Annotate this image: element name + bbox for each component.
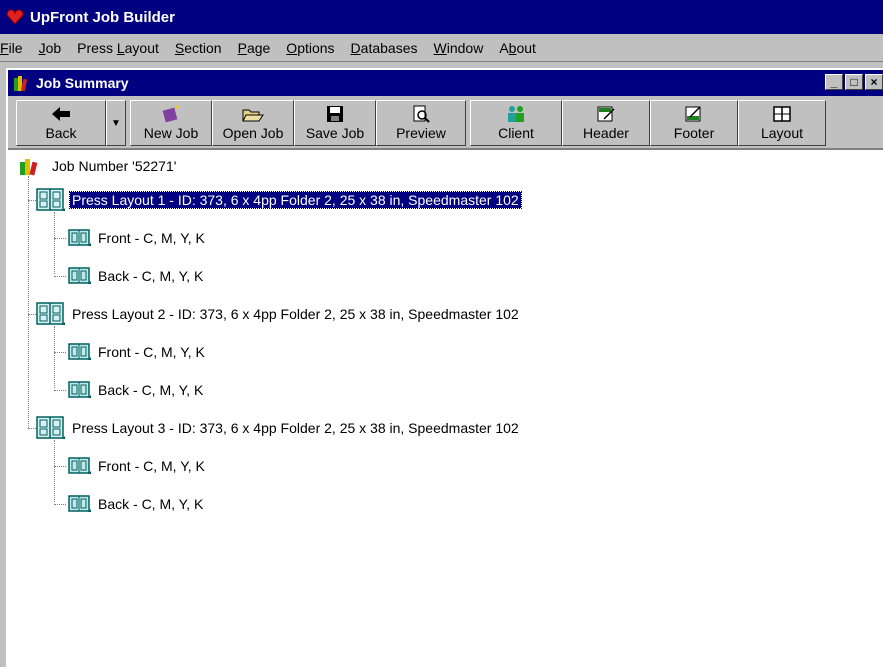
back-button[interactable]: Back xyxy=(16,100,106,146)
back-label: Back xyxy=(45,125,77,141)
back-group: Back ▼ xyxy=(16,100,126,148)
menu-item-press-layout[interactable]: Press Layout xyxy=(69,40,167,56)
menu-item-page[interactable]: Page xyxy=(230,40,279,56)
menu-item-databases[interactable]: Databases xyxy=(343,40,426,56)
back-arrow-icon xyxy=(50,105,72,123)
tree-section-node[interactable]: Front - C, M, Y, K xyxy=(68,226,207,250)
tree-section-node[interactable]: Front - C, M, Y, K xyxy=(68,454,207,478)
tree-section-node[interactable]: Back - C, M, Y, K xyxy=(68,264,205,288)
save-job-label: Save Job xyxy=(305,125,365,141)
app-title-bar[interactable]: UpFront Job Builder xyxy=(0,0,883,34)
tree-connector xyxy=(28,428,36,429)
tree-layout-label: Press Layout 1 - ID: 373, 6 x 4pp Folder… xyxy=(69,191,522,209)
job-tree[interactable]: Job Number '52271' Press Layout 1 - ID: … xyxy=(8,148,883,667)
tree-layout-node[interactable]: Press Layout 1 - ID: 373, 6 x 4pp Folder… xyxy=(36,188,522,212)
tree-connector xyxy=(54,212,55,274)
menu-item-options[interactable]: Options xyxy=(278,40,342,56)
tree-section-node[interactable]: Back - C, M, Y, K xyxy=(68,492,205,516)
footer-label: Footer xyxy=(673,125,715,141)
job-books-icon xyxy=(20,159,38,176)
app-heart-icon xyxy=(6,9,24,25)
tree-connector xyxy=(54,504,66,505)
footer-edit-icon xyxy=(683,105,705,123)
layout-label: Layout xyxy=(760,125,804,141)
new-job-button[interactable]: New Job xyxy=(130,100,212,146)
open-job-button[interactable]: Open Job xyxy=(212,100,294,146)
tree-connector xyxy=(54,352,66,353)
tree-connector xyxy=(54,390,66,391)
tree-connector xyxy=(28,200,36,201)
tree-section-label: Front - C, M, Y, K xyxy=(98,344,205,360)
header-edit-icon xyxy=(595,105,617,123)
open-job-label: Open Job xyxy=(222,125,284,141)
menu-item-about[interactable]: About xyxy=(491,40,544,56)
window-controls: _ □ × xyxy=(823,74,883,90)
tree-layout-label: Press Layout 3 - ID: 373, 6 x 4pp Folder… xyxy=(72,420,519,436)
press-layout-icon xyxy=(36,416,70,440)
preview-magnifier-icon xyxy=(410,105,432,123)
preview-button[interactable]: Preview xyxy=(376,100,466,146)
tree-section-node[interactable]: Back - C, M, Y, K xyxy=(68,378,205,402)
footer-button[interactable]: Footer xyxy=(650,100,738,146)
tree-connector xyxy=(54,326,55,388)
client-button[interactable]: Client xyxy=(470,100,562,146)
section-icon xyxy=(68,381,96,399)
file-group: New Job Open Job Save Job Preview xyxy=(130,100,466,148)
header-label: Header xyxy=(583,125,629,141)
mdi-area: Job Summary _ □ × Back ▼ New Job Open Jo… xyxy=(0,62,883,667)
tree-connector xyxy=(28,176,29,428)
section-icon xyxy=(68,343,96,361)
app-title: UpFront Job Builder xyxy=(30,8,175,26)
job-books-icon xyxy=(14,76,28,92)
job-info-group: Client Header Footer Layout xyxy=(470,100,826,148)
tree-section-node[interactable]: Front - C, M, Y, K xyxy=(68,340,207,364)
floppy-disk-icon xyxy=(324,105,346,123)
tree-root-node[interactable]: Job Number '52271' xyxy=(18,154,178,178)
minimize-icon[interactable]: _ xyxy=(825,74,843,90)
menu-item-section[interactable]: Section xyxy=(167,40,230,56)
window-title-bar[interactable]: Job Summary _ □ × xyxy=(8,70,883,96)
tree-connector xyxy=(54,276,66,277)
menu-bar: File Job Press Layout Section Page Options Dat… xyxy=(0,34,883,62)
new-job-label: New Job xyxy=(143,125,199,141)
open-folder-icon xyxy=(242,105,264,123)
toolbar: Back ▼ New Job Open Job Save Job Preview… xyxy=(8,96,883,148)
press-layout-icon xyxy=(36,302,70,326)
preview-label: Preview xyxy=(396,125,446,141)
tree-section-label: Back - C, M, Y, K xyxy=(98,268,204,284)
tree-section-label: Front - C, M, Y, K xyxy=(98,230,205,246)
back-dropdown-button[interactable]: ▼ xyxy=(106,100,126,146)
new-job-book-icon xyxy=(160,105,182,123)
menu-item-file[interactable]: File xyxy=(0,40,31,56)
maximize-icon[interactable]: □ xyxy=(845,74,863,90)
section-icon xyxy=(68,457,96,475)
section-icon xyxy=(68,495,96,513)
menu-item-window[interactable]: Window xyxy=(426,40,492,56)
save-job-button[interactable]: Save Job xyxy=(294,100,376,146)
layout-grid-icon xyxy=(771,105,793,123)
section-icon xyxy=(68,267,96,285)
tree-connector xyxy=(54,238,66,239)
tree-section-label: Back - C, M, Y, K xyxy=(98,382,204,398)
client-people-icon xyxy=(505,105,527,123)
tree-layout-label: Press Layout 2 - ID: 373, 6 x 4pp Folder… xyxy=(72,306,519,322)
header-button[interactable]: Header xyxy=(562,100,650,146)
tree-layout-node[interactable]: Press Layout 3 - ID: 373, 6 x 4pp Folder… xyxy=(36,416,521,440)
tree-connector xyxy=(54,440,55,502)
tree-section-label: Back - C, M, Y, K xyxy=(98,496,204,512)
tree-connector xyxy=(54,466,66,467)
client-label: Client xyxy=(498,125,534,141)
close-icon[interactable]: × xyxy=(865,74,883,90)
menu-item-job[interactable]: Job xyxy=(31,40,70,56)
layout-button[interactable]: Layout xyxy=(738,100,826,146)
press-layout-icon xyxy=(36,188,70,212)
window-title: Job Summary xyxy=(36,75,129,91)
job-summary-window: Job Summary _ □ × Back ▼ New Job Open Jo… xyxy=(6,68,883,667)
section-icon xyxy=(68,229,96,247)
tree-connector xyxy=(28,314,36,315)
tree-layout-node[interactable]: Press Layout 2 - ID: 373, 6 x 4pp Folder… xyxy=(36,302,521,326)
chevron-down-icon: ▼ xyxy=(111,117,121,129)
tree-root-label: Job Number '52271' xyxy=(52,158,177,174)
tree-section-label: Front - C, M, Y, K xyxy=(98,458,205,474)
